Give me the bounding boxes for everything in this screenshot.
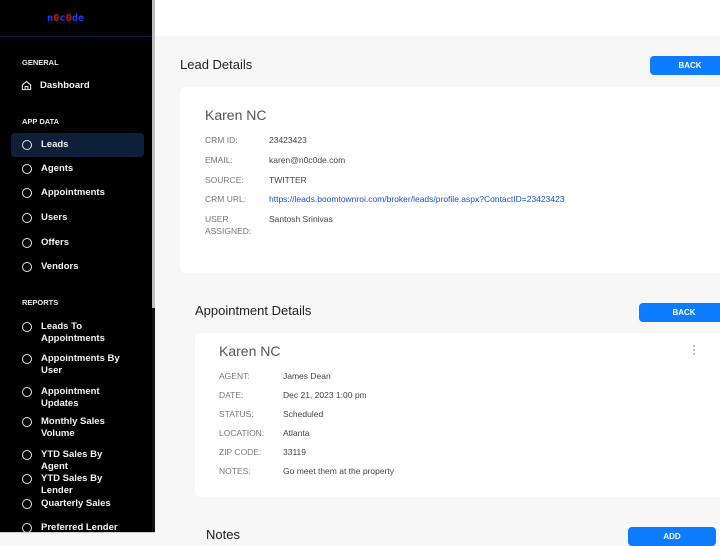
circle-icon — [22, 417, 32, 427]
circle-icon — [22, 140, 32, 150]
field-value: Atlanta — [283, 427, 309, 439]
circle-icon — [22, 262, 32, 272]
sidebar-item-ytd-sales-by-agent[interactable]: YTD Sales By Agent — [11, 448, 144, 474]
detail-row: ZIP CODE:33119 — [219, 446, 306, 458]
sidebar-item-appointments-by-user[interactable]: Appointments By User — [11, 352, 144, 378]
sidebar-item-label: YTD Sales By Lender — [41, 473, 131, 497]
sidebar-item-label: Appointments — [41, 187, 131, 199]
sidebar-item-appointment-updates[interactable]: Appointment Updates — [11, 385, 144, 411]
field-value: karen@n0c0de.com — [269, 154, 345, 166]
detail-row: LOCATION:Atlanta — [219, 427, 309, 439]
lead-back-button[interactable]: BACK — [650, 56, 720, 75]
section-general: GENERAL — [0, 58, 59, 67]
sidebar-item-offers[interactable]: Offers — [11, 231, 144, 255]
top-bar — [155, 0, 720, 36]
sidebar-item-label: YTD Sales By Agent — [41, 449, 131, 473]
crm-url-link[interactable]: https://leads.boomtownroi.com/broker/lea… — [269, 193, 565, 205]
sidebar-item-label: Appointment Updates — [41, 386, 131, 410]
sidebar-item-agents[interactable]: Agents — [11, 157, 144, 181]
detail-row: STATUS:Scheduled — [219, 408, 323, 420]
circle-icon — [22, 354, 32, 364]
sidebar-item-label: Leads To Appointments — [41, 321, 131, 345]
appointment-details-heading: Appointment Details — [195, 303, 311, 318]
home-icon — [21, 80, 32, 91]
field-label: DATE: — [219, 389, 283, 401]
sidebar-item-label: Monthly Sales Volume — [41, 416, 131, 440]
field-value: Santosh Srinivas — [269, 213, 333, 237]
circle-icon — [22, 450, 32, 460]
sidebar-item-label: Quarterly Sales — [41, 498, 131, 510]
more-options-icon[interactable] — [693, 345, 696, 357]
sidebar-item-quarterly-sales[interactable]: Quarterly Sales — [11, 497, 144, 523]
field-label: EMAIL: — [205, 154, 269, 166]
detail-row: NOTES:Go meet them at the property — [219, 465, 394, 477]
field-value: Dec 21, 2023 1:00 pm — [283, 389, 367, 401]
field-label: SOURCE: — [205, 174, 269, 186]
lead-details-heading: Lead Details — [180, 57, 252, 72]
field-value: 23423423 — [269, 134, 307, 146]
field-label: NOTES: — [219, 465, 283, 477]
appointment-name: Karen NC — [219, 343, 280, 359]
field-value: James Dean — [283, 370, 331, 382]
field-label: USER ASSIGNED: — [205, 213, 269, 237]
sidebar-item-label: Offers — [41, 237, 131, 249]
detail-row: AGENT:James Dean — [219, 370, 331, 382]
detail-row: CRM URL:https://leads.boomtownroi.com/br… — [205, 193, 565, 205]
sidebar-item-appointments[interactable]: Appointments — [11, 181, 144, 205]
detail-row: USER ASSIGNED:Santosh Srinivas — [205, 213, 333, 237]
field-value: Scheduled — [283, 408, 323, 420]
sidebar-item-label: Agents — [41, 163, 131, 175]
sidebar-item-label: Dashboard — [40, 80, 130, 92]
detail-row: SOURCE:TWITTER — [205, 174, 307, 186]
sidebar-item-dashboard[interactable]: Dashboard — [11, 80, 144, 94]
sidebar-item-label: Preferred Lender — [41, 522, 131, 533]
field-label: CRM ID: — [205, 134, 269, 146]
sidebar-item-vendors[interactable]: Vendors — [11, 255, 144, 279]
detail-row: DATE:Dec 21, 2023 1:00 pm — [219, 389, 367, 401]
main-content: Lead Details BACK Karen NC CRM ID:234234… — [155, 0, 720, 540]
sidebar: n0c0de GENERAL Dashboard APP DATA REPORT… — [0, 0, 155, 533]
field-label: ZIP CODE: — [219, 446, 283, 458]
field-label: CRM URL: — [205, 193, 269, 205]
sidebar-item-label: Leads — [41, 139, 131, 151]
field-label: STATUS: — [219, 408, 283, 420]
sidebar-item-label: Appointments By User — [41, 353, 131, 377]
circle-icon — [22, 387, 32, 397]
field-label: AGENT: — [219, 370, 283, 382]
sidebar-item-leads[interactable]: Leads — [11, 133, 144, 157]
logo-bar: n0c0de — [0, 0, 155, 37]
sidebar-item-preferred-lender[interactable]: Preferred Lender — [11, 521, 144, 533]
sidebar-item-monthly-sales-volume[interactable]: Monthly Sales Volume — [11, 415, 144, 441]
sidebar-item-label: Users — [41, 212, 131, 224]
field-label: LOCATION: — [219, 427, 283, 439]
lead-details-card: Karen NC CRM ID:23423423EMAIL:karen@n0c0… — [180, 87, 720, 273]
add-note-button[interactable]: ADD — [628, 527, 716, 546]
sidebar-item-users[interactable]: Users — [11, 206, 144, 230]
sidebar-item-ytd-sales-by-lender[interactable]: YTD Sales By Lender — [11, 472, 144, 498]
sidebar-item-label: Vendors — [41, 261, 131, 273]
lead-name: Karen NC — [205, 107, 266, 123]
circle-icon — [22, 322, 32, 332]
circle-icon — [22, 474, 32, 484]
sidebar-item-leads-to-appointments[interactable]: Leads To Appointments — [11, 320, 144, 346]
section-app-data: APP DATA — [0, 117, 59, 126]
field-value: Go meet them at the property — [283, 465, 394, 477]
section-reports: REPORTS — [0, 298, 58, 307]
detail-row: EMAIL:karen@n0c0de.com — [205, 154, 345, 166]
detail-row: CRM ID:23423423 — [205, 134, 307, 146]
logo[interactable]: n0c0de — [47, 13, 84, 24]
field-value: TWITTER — [269, 174, 307, 186]
field-value: 33119 — [283, 446, 306, 458]
appointment-details-card: Karen NC AGENT:James DeanDATE:Dec 21, 20… — [195, 333, 720, 497]
circle-icon — [22, 213, 32, 223]
circle-icon — [22, 499, 32, 509]
circle-icon — [22, 523, 32, 533]
circle-icon — [22, 188, 32, 198]
circle-icon — [22, 238, 32, 248]
circle-icon — [22, 164, 32, 174]
appointment-back-button[interactable]: BACK — [639, 303, 720, 322]
